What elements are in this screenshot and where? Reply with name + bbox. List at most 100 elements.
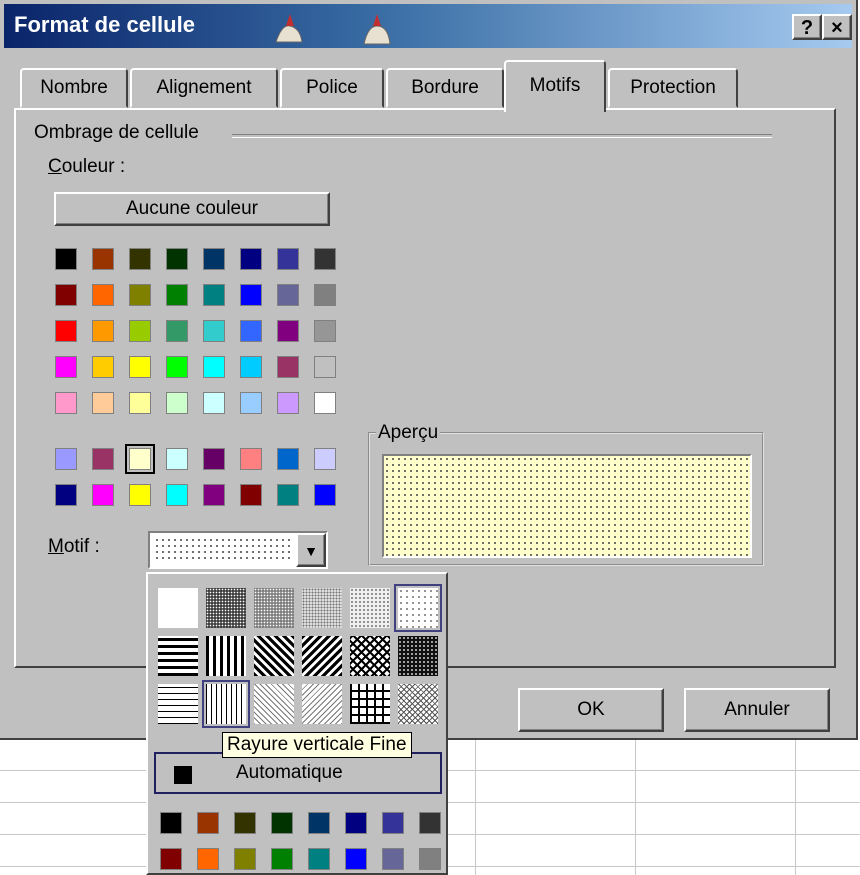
pattern-color-swatch[interactable] <box>419 812 441 834</box>
color-swatch[interactable] <box>92 448 114 470</box>
pattern-solid[interactable] <box>158 588 198 628</box>
pattern-color-swatch[interactable] <box>419 848 441 870</box>
color-swatch[interactable] <box>125 444 155 474</box>
color-swatch[interactable] <box>55 448 77 470</box>
pattern-color-swatch[interactable] <box>234 848 256 870</box>
color-swatch[interactable] <box>129 392 151 414</box>
pattern-medium-gray[interactable] <box>254 588 294 628</box>
color-swatch[interactable] <box>240 284 262 306</box>
tab-bordure[interactable]: Bordure <box>386 68 504 108</box>
color-swatch[interactable] <box>314 248 336 270</box>
pattern-light-gray-75[interactable] <box>302 588 342 628</box>
pattern-color-swatch[interactable] <box>382 812 404 834</box>
pattern-color-swatch[interactable] <box>345 812 367 834</box>
color-swatch[interactable] <box>92 248 114 270</box>
pattern-thin-horizontal-crosshatch[interactable] <box>350 684 390 724</box>
no-color-button[interactable]: Aucune couleur <box>54 192 330 226</box>
pattern-thick-horizontal[interactable] <box>158 636 198 676</box>
ok-button[interactable]: OK <box>518 688 664 732</box>
color-swatch[interactable] <box>277 448 299 470</box>
tab-protection[interactable]: Protection <box>608 68 738 108</box>
pattern-gray-12-5[interactable] <box>394 584 442 632</box>
color-swatch[interactable] <box>314 284 336 306</box>
color-swatch[interactable] <box>55 484 77 506</box>
color-swatch[interactable] <box>314 392 336 414</box>
pattern-color-swatch[interactable] <box>197 848 219 870</box>
color-swatch[interactable] <box>166 284 188 306</box>
color-swatch[interactable] <box>277 320 299 342</box>
color-swatch[interactable] <box>240 248 262 270</box>
pattern-color-swatch[interactable] <box>271 812 293 834</box>
pattern-thin-diagonal[interactable] <box>302 684 342 724</box>
pattern-color-swatch[interactable] <box>197 812 219 834</box>
pattern-thin-vertical[interactable] <box>202 680 250 728</box>
cancel-button[interactable]: Annuler <box>684 688 830 732</box>
color-swatch[interactable] <box>240 392 262 414</box>
color-swatch[interactable] <box>203 284 225 306</box>
tab-motifs[interactable]: Motifs <box>504 60 606 112</box>
pattern-color-swatch[interactable] <box>271 848 293 870</box>
color-swatch[interactable] <box>314 320 336 342</box>
color-swatch[interactable] <box>129 484 151 506</box>
color-swatch[interactable] <box>166 356 188 378</box>
help-button[interactable]: ? <box>792 14 822 40</box>
title-bar[interactable]: Format de cellule ? × <box>4 4 852 48</box>
color-swatch[interactable] <box>55 392 77 414</box>
automatic-color-button[interactable]: Automatique <box>154 752 442 794</box>
color-swatch[interactable] <box>92 320 114 342</box>
pattern-color-swatch[interactable] <box>160 812 182 834</box>
color-swatch[interactable] <box>203 484 225 506</box>
tab-nombre[interactable]: Nombre <box>20 68 128 108</box>
pattern-color-swatch[interactable] <box>345 848 367 870</box>
color-swatch[interactable] <box>129 320 151 342</box>
tab-alignement[interactable]: Alignement <box>130 68 278 108</box>
color-swatch[interactable] <box>55 320 77 342</box>
color-swatch[interactable] <box>277 484 299 506</box>
color-swatch[interactable] <box>166 320 188 342</box>
color-swatch[interactable] <box>277 392 299 414</box>
color-swatch[interactable] <box>240 320 262 342</box>
color-swatch[interactable] <box>129 248 151 270</box>
color-swatch[interactable] <box>55 248 77 270</box>
pattern-thick-diagonal[interactable] <box>302 636 342 676</box>
pattern-color-swatch[interactable] <box>308 812 330 834</box>
color-swatch[interactable] <box>129 284 151 306</box>
color-swatch[interactable] <box>240 448 262 470</box>
motif-dropdown[interactable]: ▼ <box>148 531 328 569</box>
color-swatch[interactable] <box>203 248 225 270</box>
color-swatch[interactable] <box>277 356 299 378</box>
color-swatch[interactable] <box>92 284 114 306</box>
chevron-down-icon[interactable]: ▼ <box>296 533 326 567</box>
color-swatch[interactable] <box>129 356 151 378</box>
color-swatch[interactable] <box>92 484 114 506</box>
pattern-thick-crosshatch[interactable] <box>398 636 438 676</box>
color-swatch[interactable] <box>277 248 299 270</box>
color-swatch[interactable] <box>277 284 299 306</box>
color-swatch[interactable] <box>203 320 225 342</box>
pattern-color-swatch[interactable] <box>382 848 404 870</box>
color-swatch[interactable] <box>166 248 188 270</box>
color-swatch[interactable] <box>55 356 77 378</box>
color-swatch[interactable] <box>240 356 262 378</box>
pattern-thick-diagonal-crosshatch[interactable] <box>350 636 390 676</box>
pattern-color-swatch[interactable] <box>234 812 256 834</box>
pattern-thick-vertical[interactable] <box>206 636 246 676</box>
close-button[interactable]: × <box>822 14 852 40</box>
color-swatch[interactable] <box>166 448 188 470</box>
color-swatch[interactable] <box>314 484 336 506</box>
pattern-dark-gray[interactable] <box>206 588 246 628</box>
color-swatch[interactable] <box>314 356 336 378</box>
pattern-color-swatch[interactable] <box>160 848 182 870</box>
tab-police[interactable]: Police <box>280 68 384 108</box>
pattern-thin-diagonal-crosshatch[interactable] <box>398 684 438 724</box>
color-swatch[interactable] <box>203 448 225 470</box>
pattern-color-swatch[interactable] <box>308 848 330 870</box>
pattern-thin-reverse-diagonal[interactable] <box>254 684 294 724</box>
color-swatch[interactable] <box>166 484 188 506</box>
color-swatch[interactable] <box>166 392 188 414</box>
color-swatch[interactable] <box>203 356 225 378</box>
color-swatch[interactable] <box>92 392 114 414</box>
color-swatch[interactable] <box>203 392 225 414</box>
color-swatch[interactable] <box>92 356 114 378</box>
color-swatch[interactable] <box>314 448 336 470</box>
